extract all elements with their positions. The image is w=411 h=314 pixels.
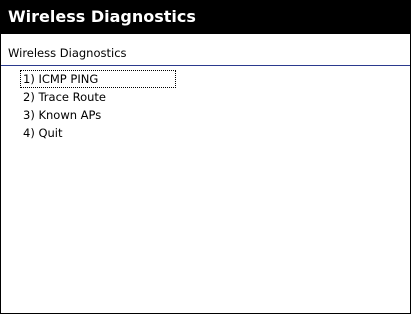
menu-item-trace-route[interactable]: 2) Trace Route xyxy=(1,88,410,106)
app-window: Wireless Diagnostics Wireless Diagnostic… xyxy=(0,0,411,314)
menu-item-label: 2) Trace Route xyxy=(23,90,107,104)
menu-item-quit[interactable]: 4) Quit xyxy=(1,124,410,142)
menu-item-label: 1) ICMP PING xyxy=(20,70,176,88)
window-title: Wireless Diagnostics xyxy=(8,7,196,26)
page-heading: Wireless Diagnostics xyxy=(8,46,127,60)
header-divider xyxy=(1,65,410,66)
title-bar: Wireless Diagnostics xyxy=(1,1,410,34)
menu-item-icmp-ping[interactable]: 1) ICMP PING xyxy=(1,70,410,88)
diagnostics-menu: 1) ICMP PING 2) Trace Route 3) Known APs… xyxy=(1,70,410,142)
menu-item-known-aps[interactable]: 3) Known APs xyxy=(1,106,410,124)
menu-item-label: 3) Known APs xyxy=(23,108,102,122)
menu-item-label: 4) Quit xyxy=(23,126,63,140)
